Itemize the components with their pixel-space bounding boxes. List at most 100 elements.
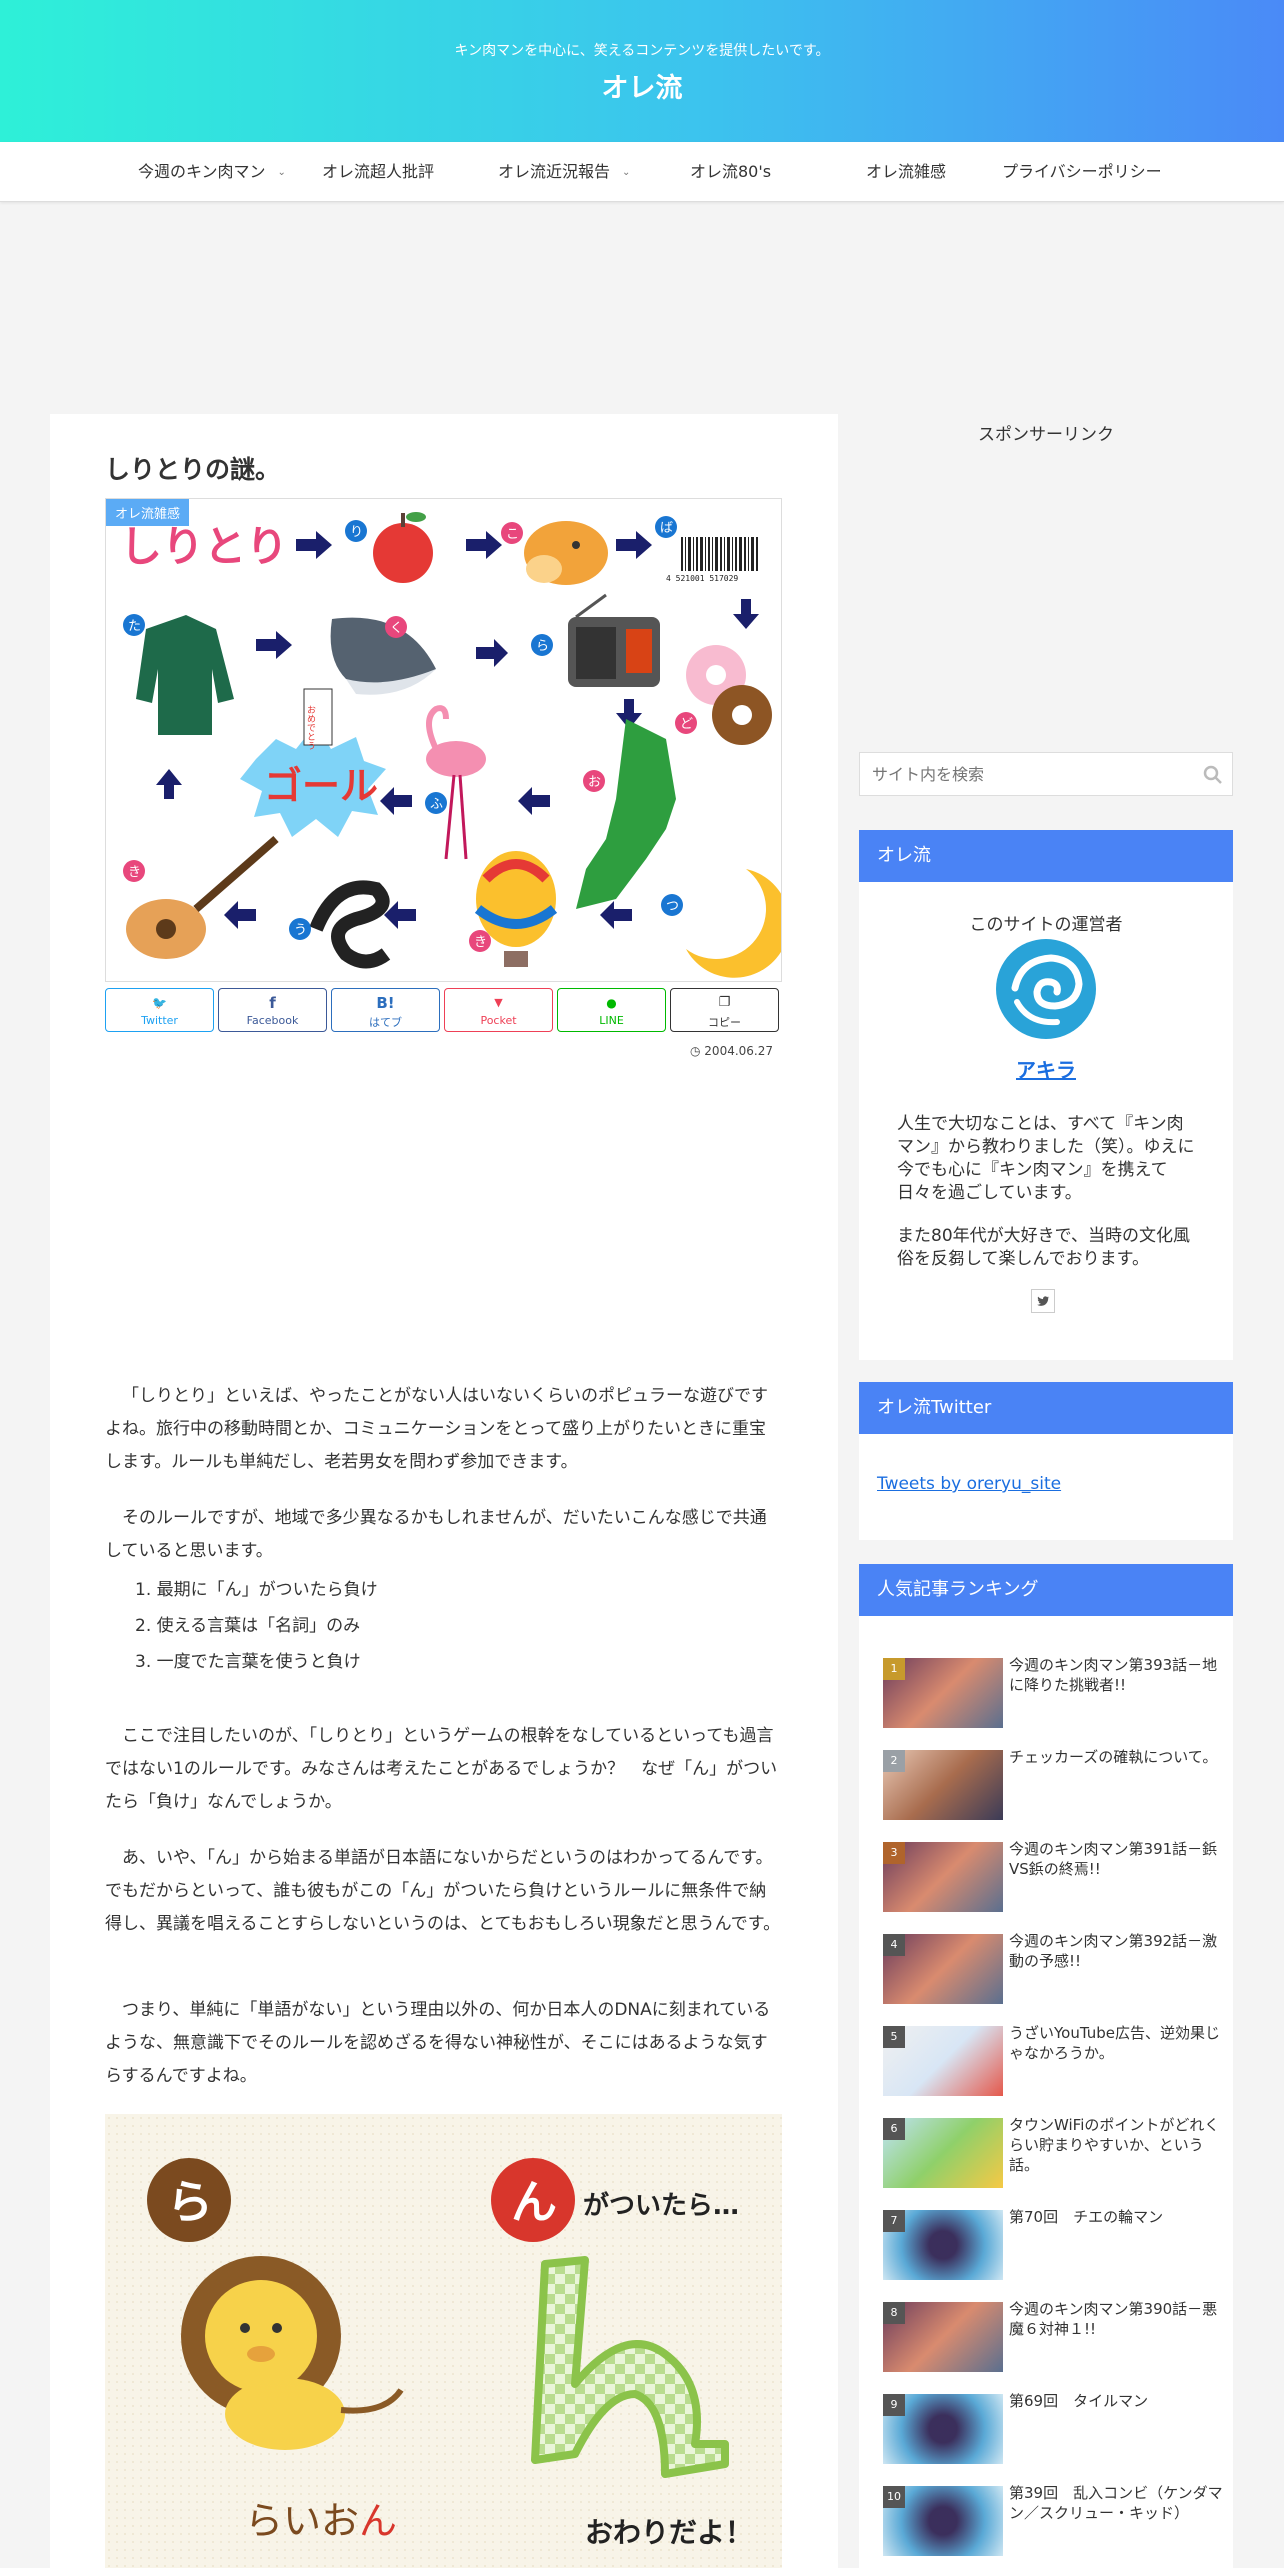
search-input[interactable] [860,753,1170,795]
rules-list: 1. 最期に「ん」がついたら負け 2. 使える言葉は「名詞」のみ 3. 一度でた… [135,1572,378,1680]
category-label[interactable]: オレ流雑感 [106,499,190,526]
paragraph-2: そのルールですが、地域で多少異なるかもしれませんが、だいたいこんな感じで共通して… [105,1508,767,1561]
list-item[interactable]: 8 今週のキン肉マン第390話－悪魔６対神１!! [883,2299,1223,2374]
author-caption: このサイトの運営者 [969,915,1123,935]
global-nav: 今週のキン肉マン ⌄ オレ流超人批評 オレ流近況報告 ⌄ オレ流80's オレ流雑感… [0,142,1284,202]
nav-label: プライバシーポリシー [1002,162,1162,181]
nav-item-choujin-hihyou[interactable]: オレ流超人批評 [322,142,434,202]
list-item[interactable]: 2 チェッカーズの確執について。 [883,1747,1223,1822]
rank-title-link[interactable]: タウンWiFiのポイントがどれくらい貯まりやすいか、という話。 [1009,2115,1223,2175]
author-description-2: また80年代が大好きで、当時の文化風俗を反芻して楽しんでおります。 [897,1226,1190,1269]
svg-text:ど: ど [680,717,693,732]
owari-text: おわりだよ！ [585,2516,753,2549]
share-hatebu-button[interactable]: B! はてブ [331,988,440,1032]
rank-title-link[interactable]: 第39回 乱入コンビ（ケンダマン／スクリュー・キッド） [1009,2483,1223,2523]
svg-text:らいおん: らいおん [245,2499,397,2543]
main-article: しりとりの謎。 しりとり り こ ば 4 521001 517029 た く ら… [50,414,838,2568]
copy-icon: ❐ [718,995,731,1010]
rule-text: 一度でた言葉を使うと負け [156,1652,361,1672]
nav-item-kinnikuman-weekly[interactable]: 今週のキン肉マン ⌄ [138,142,286,202]
rank-thumbnail[interactable]: 7 [883,2210,1003,2280]
nav-item-kinkyou-houkoku[interactable]: オレ流近況報告 ⌄ [498,142,630,202]
svg-text:う: う [294,923,307,938]
rank-badge: 8 [883,2302,905,2324]
tweets-link[interactable]: Tweets by oreryu_site [877,1474,1061,1494]
svg-text:ふ: ふ [430,797,443,812]
search-icon[interactable] [1202,764,1224,786]
ga-tsuitara-text: がついたら… [583,2190,739,2221]
rank-thumbnail[interactable]: 2 [883,1750,1003,1820]
rank-title-link[interactable]: 今週のキン肉マン第392話－激動の予感!! [1009,1931,1223,1971]
share-label: はてブ [369,1016,402,1029]
ra-n-illustration: ら ん がついたら… らいおん おわりだよ！ [105,2114,782,2568]
rank-title-link[interactable]: 第69回 タイルマン [1009,2391,1223,2411]
rank-title-link[interactable]: 今週のキン肉マン第391話－鋲VS鋲の終焉!! [1009,1839,1223,1879]
site-title[interactable]: オレ流 [0,66,1284,105]
list-item: 3. 一度でた言葉を使うと負け [135,1652,361,1672]
ranking-widget: 人気記事ランキング 1 今週のキン肉マン第393話－地に降りた挑戦者!! 2 チ… [859,1564,1233,2568]
nav-item-zakkan[interactable]: オレ流雑感 [866,142,946,202]
share-facebook-button[interactable]: f Facebook [218,988,327,1032]
svg-text:き: き [128,865,141,880]
share-line-button[interactable]: ● LINE [557,988,666,1032]
nav-label: オレ流近況報告 [498,162,611,181]
rank-title-link[interactable]: 第70回 チエの輪マン [1009,2207,1223,2227]
svg-text:き: き [474,935,487,950]
widget-heading: オレ流Twitter [859,1382,1233,1434]
rank-title-link[interactable]: うざいYouTube広告、逆効果じゃなかろうか。 [1009,2023,1223,2063]
sponsor-label: スポンサーリンク [978,425,1114,445]
avatar[interactable] [995,938,1097,1040]
barcode-number: 4 521001 517029 [666,574,738,583]
share-label: コピー [708,1016,741,1029]
nav-item-privacy-policy[interactable]: プライバシーポリシー [1002,142,1162,202]
rank-badge: 3 [883,1842,905,1864]
rank-thumbnail[interactable]: 1 [883,1658,1003,1728]
rank-title-link[interactable]: 今週のキン肉マン第393話－地に降りた挑戦者!! [1009,1655,1223,1695]
list-item[interactable]: 7 第70回 チエの輪マン [883,2207,1223,2282]
nav-label: 今週のキン肉マン [138,162,266,181]
nav-item-80s[interactable]: オレ流80's [690,142,771,202]
raion-illustration: ら ん がついたら… らいおん おわりだよ！ [105,2114,782,2568]
svg-text:ら: ら [536,639,549,654]
rank-thumbnail[interactable]: 3 [883,1842,1003,1912]
rank-title-link[interactable]: チェッカーズの確執について。 [1009,1747,1223,1767]
share-copy-button[interactable]: ❐ コピー [670,988,779,1032]
rank-thumbnail[interactable]: 4 [883,1934,1003,2004]
list-item[interactable]: 10 第39回 乱入コンビ（ケンダマン／スクリュー・キッド） [883,2483,1223,2558]
rank-thumbnail[interactable]: 5 [883,2026,1003,2096]
svg-text:り: り [350,525,363,540]
eyecatch-image: しりとり り こ ば 4 521001 517029 た く ら ど ゴール お… [105,498,782,982]
list-item[interactable]: 5 うざいYouTube広告、逆効果じゃなかろうか。 [883,2023,1223,2098]
shiritori-title-text: しりとり [120,522,288,571]
svg-text:た: た [128,619,141,634]
twitter-icon [1037,1296,1050,1306]
pocket-icon: ▼ [494,996,503,1009]
rank-badge: 6 [883,2118,905,2140]
list-item[interactable]: 9 第69回 タイルマン [883,2391,1223,2466]
list-item[interactable]: 4 今週のキン肉マン第392話－激動の予感!! [883,1931,1223,2006]
list-item[interactable]: 3 今週のキン肉マン第391話－鋲VS鋲の終焉!! [883,1839,1223,1914]
chevron-down-icon: ⌄ [277,166,286,178]
rank-title-link[interactable]: 今週のキン肉マン第390話－悪魔６対神１!! [1009,2299,1223,2339]
paragraph-4: あ、いや、「ん」から始まる単語が日本語にないからだというのはわかってるんです。で… [105,1848,781,1934]
share-twitter-button[interactable]: 🐦 Twitter [105,988,214,1032]
list-item[interactable]: 1 今週のキン肉マン第393話－地に降りた挑戦者!! [883,1655,1223,1730]
rank-badge: 1 [883,1658,905,1680]
rank-badge: 7 [883,2210,905,2232]
widget-heading: 人気記事ランキング [859,1564,1233,1616]
rank-thumbnail[interactable]: 6 [883,2118,1003,2188]
list-item: 1. 最期に「ん」がついたら負け [135,1580,378,1600]
svg-text:く: く [390,621,403,636]
twitter-widget: オレ流Twitter Tweets by oreryu_site [859,1382,1233,1540]
rank-thumbnail[interactable]: 8 [883,2302,1003,2372]
rank-thumbnail[interactable]: 9 [883,2394,1003,2464]
nav-label: オレ流80's [690,162,772,181]
list-item[interactable]: 6 タウンWiFiのポイントがどれくらい貯まりやすいか、という話。 [883,2115,1223,2190]
rank-thumbnail[interactable]: 10 [883,2486,1003,2556]
chevron-down-icon: ⌄ [622,166,631,178]
share-pocket-button[interactable]: ▼ Pocket [444,988,553,1032]
entry-title: しりとりの謎。 [105,455,281,484]
twitter-follow-icon[interactable] [1031,1289,1055,1313]
author-name-link[interactable]: アキラ [859,1054,1233,1083]
rank-badge: 4 [883,1934,905,1956]
